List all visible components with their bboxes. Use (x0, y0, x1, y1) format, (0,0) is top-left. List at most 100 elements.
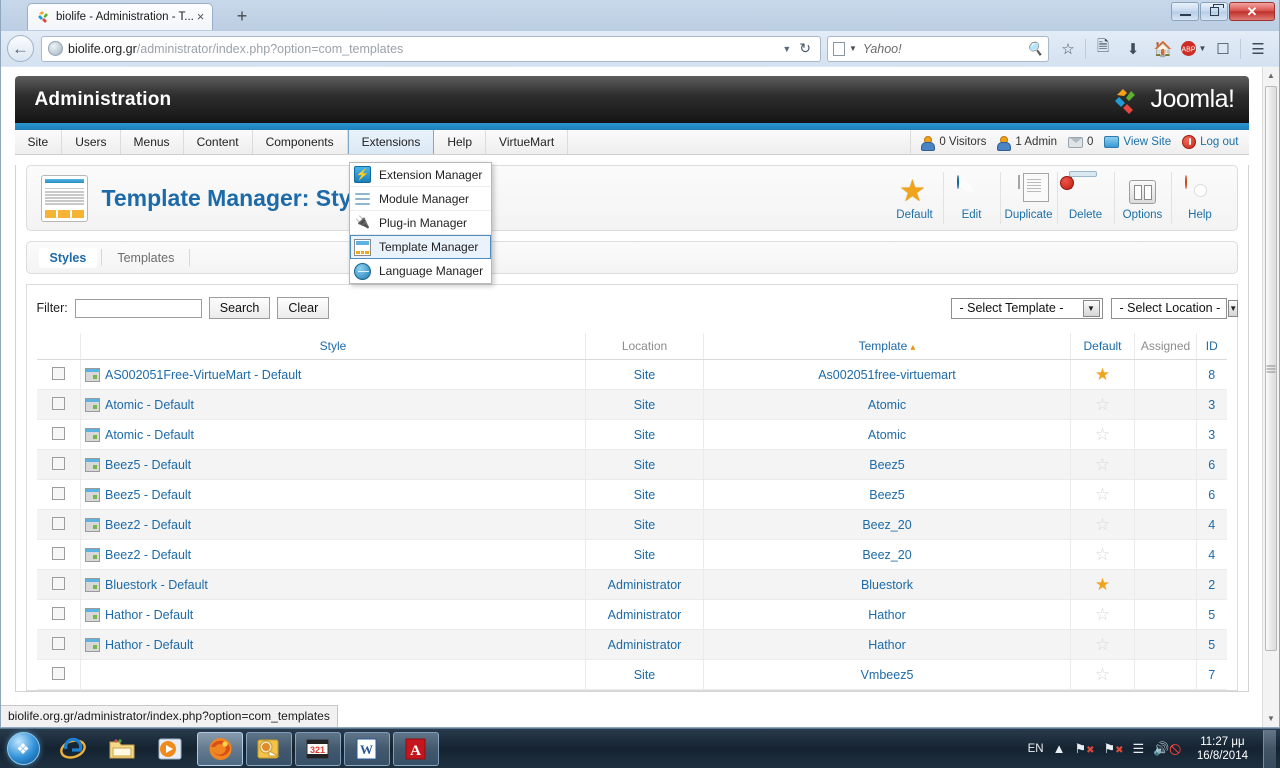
logout-link[interactable]: Log out (1182, 135, 1239, 149)
cell-template[interactable]: Atomic (703, 389, 1071, 420)
signal-icon[interactable]: ☰ (1133, 741, 1145, 757)
row-checkbox[interactable] (51, 516, 65, 530)
cell-style[interactable]: Bluestork - Default (80, 569, 586, 600)
cell-template[interactable]: Vmbeez5 (703, 659, 1071, 690)
bookmark-star-icon[interactable]: ☆ (1053, 35, 1083, 63)
style-name-link[interactable]: AS002051Free-VirtueMart - Default (105, 368, 301, 382)
row-checkbox-cell[interactable] (36, 569, 81, 600)
default-star-on-icon[interactable]: ★ (1095, 575, 1110, 594)
cell-template[interactable]: Atomic (703, 419, 1071, 450)
table-row[interactable]: Hathor - Default Administrator Hathor ☆ 5 (36, 629, 1227, 660)
header-default[interactable]: Default (1070, 333, 1135, 360)
close-tab-icon[interactable]: × (193, 9, 208, 25)
menu-item-virtuemart[interactable]: VirtueMart (486, 130, 569, 154)
taskbar-microsoft-word[interactable]: W (344, 731, 390, 766)
adblock-icon[interactable]: ABP ▼ (1178, 35, 1208, 63)
default-star-off-icon[interactable]: ☆ (1095, 605, 1110, 624)
cell-style[interactable]: Beez5 - Default (80, 479, 586, 510)
cell-template[interactable]: Bluestork (703, 569, 1071, 600)
taskbar-windows-explorer[interactable] (99, 732, 145, 766)
table-row[interactable]: Beez2 - Default Site Beez_20 ☆ 4 (36, 539, 1227, 570)
cell-style[interactable]: Hathor - Default (80, 599, 586, 630)
tab-groups-icon[interactable]: ☐ (1208, 35, 1238, 63)
style-name-link[interactable]: Beez5 - Default (105, 458, 191, 472)
duplicate-button[interactable]: Duplicate (1001, 172, 1058, 224)
start-button[interactable]: ❖ (0, 730, 46, 768)
menu-extension-manager[interactable]: Extension Manager (350, 163, 491, 187)
default-star-off-icon[interactable]: ☆ (1095, 545, 1110, 564)
menu-plugin-manager[interactable]: Plug-in Manager (350, 211, 491, 235)
select-template-dropdown[interactable]: - Select Template - ▼ (950, 297, 1103, 319)
chevron-down-icon[interactable]: ▼ (849, 44, 857, 53)
taskbar-windows-media-player[interactable] (148, 732, 194, 766)
menu-item-content[interactable]: Content (184, 130, 253, 154)
default-star-off-icon[interactable]: ☆ (1095, 635, 1110, 654)
page-scrollbar[interactable]: ▲ ▼ (1262, 67, 1279, 727)
menu-item-components[interactable]: Components (253, 130, 348, 154)
downloads-icon[interactable]: ⬇ (1118, 35, 1148, 63)
close-window-button[interactable]: ✕ (1229, 2, 1275, 21)
table-row[interactable]: AS002051Free-VirtueMart - Default Site As0… (36, 359, 1227, 390)
cell-default[interactable]: ☆ (1070, 479, 1135, 510)
header-style[interactable]: Style (80, 333, 586, 360)
cell-default[interactable]: ★ (1070, 359, 1135, 390)
taskbar-microsoft-outlook[interactable] (246, 731, 292, 766)
tab-templates[interactable]: Templates (106, 248, 185, 268)
cell-template[interactable]: Beez5 (703, 449, 1071, 480)
default-star-off-icon[interactable]: ☆ (1095, 395, 1110, 414)
edit-button[interactable]: Edit (944, 172, 1001, 224)
taskbar-adobe-reader[interactable]: A (393, 731, 439, 766)
row-checkbox-cell[interactable] (36, 359, 81, 390)
table-row[interactable]: Beez5 - Default Site Beez5 ☆ 6 (36, 449, 1227, 480)
row-checkbox[interactable] (51, 366, 65, 380)
table-row[interactable]: Beez2 - Default Site Beez_20 ☆ 4 (36, 509, 1227, 540)
cell-default[interactable]: ☆ (1070, 449, 1135, 480)
table-row[interactable]: Bluestork - Default Administrator Bluestor… (36, 569, 1227, 600)
cell-style[interactable]: Beez5 - Default (80, 449, 586, 480)
cell-default[interactable]: ☆ (1070, 629, 1135, 660)
cell-style[interactable]: AS002051Free-VirtueMart - Default (80, 359, 586, 390)
header-id[interactable]: ID (1196, 333, 1227, 360)
row-checkbox[interactable] (51, 486, 65, 500)
header-template[interactable]: Template ▴ (703, 333, 1071, 360)
cell-default[interactable]: ☆ (1070, 419, 1135, 450)
back-button[interactable]: ← (7, 35, 34, 62)
reload-icon[interactable]: ↻ (797, 40, 816, 57)
messages-count[interactable]: 0 (1067, 136, 1093, 148)
menu-language-manager[interactable]: Language Manager (350, 259, 491, 283)
row-checkbox-cell[interactable] (36, 479, 81, 510)
volume-muted-icon[interactable]: 🔊🚫 (1153, 741, 1182, 757)
address-bar[interactable]: biolife.org.gr/administrator/index.php?o… (41, 35, 821, 62)
chevron-down-icon[interactable]: ▼ (776, 44, 797, 54)
style-name-link[interactable]: Beez2 - Default (105, 548, 191, 562)
menu-item-extensions[interactable]: Extensions (347, 130, 435, 154)
row-checkbox[interactable] (51, 606, 65, 620)
menu-template-manager[interactable]: Template Manager (350, 235, 491, 259)
cell-template[interactable]: Hathor (703, 629, 1071, 660)
default-star-off-icon[interactable]: ☆ (1095, 455, 1110, 474)
style-name-link[interactable]: Hathor - Default (105, 608, 193, 622)
table-row[interactable]: Atomic - Default Site Atomic ☆ 3 (36, 419, 1227, 450)
cell-default[interactable]: ☆ (1070, 509, 1135, 540)
row-checkbox-cell[interactable] (36, 539, 81, 570)
cell-template[interactable]: Hathor (703, 599, 1071, 630)
cell-style[interactable]: Atomic - Default (80, 419, 586, 450)
default-star-on-icon[interactable]: ★ (1095, 365, 1110, 384)
menu-module-manager[interactable]: Module Manager (350, 187, 491, 211)
default-star-off-icon[interactable]: ☆ (1095, 485, 1110, 504)
row-checkbox[interactable] (51, 666, 65, 680)
home-icon[interactable]: 🏠 (1148, 35, 1178, 63)
cell-style[interactable] (80, 659, 586, 690)
cell-template[interactable]: Beez_20 (703, 539, 1071, 570)
clear-button[interactable]: Clear (277, 297, 330, 319)
row-checkbox[interactable] (51, 576, 65, 590)
search-button[interactable]: Search (208, 297, 271, 319)
minimize-button[interactable] (1171, 2, 1199, 21)
row-checkbox-cell[interactable] (36, 389, 81, 420)
menu-item-help[interactable]: Help (434, 130, 487, 154)
chevron-down-icon[interactable]: ▼ (1228, 299, 1239, 317)
cell-template[interactable]: As002051free-virtuemart (703, 359, 1071, 390)
cell-default[interactable]: ☆ (1070, 539, 1135, 570)
network-error-icon[interactable]: ⚑✖ (1074, 741, 1094, 757)
style-name-link[interactable]: Hathor - Default (105, 638, 193, 652)
